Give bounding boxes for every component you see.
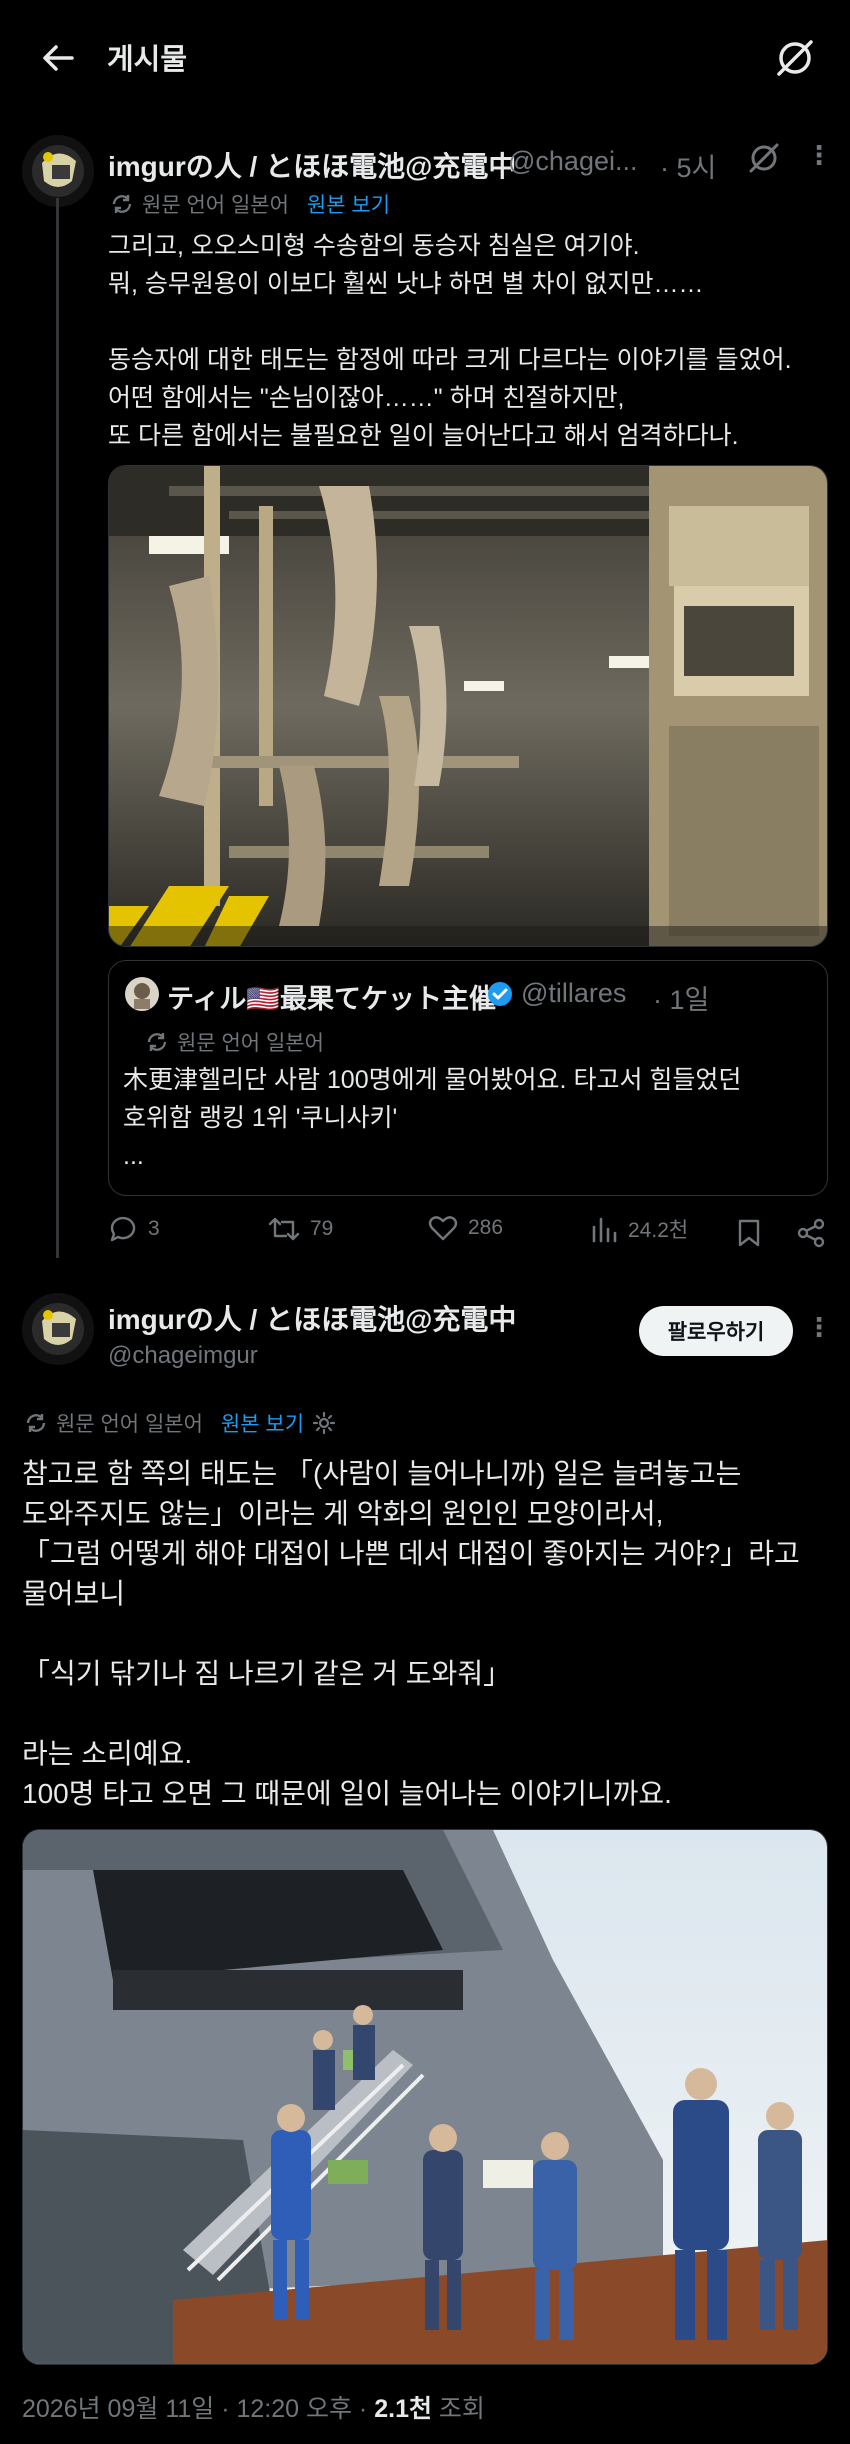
action-bar: 3 79 286 24.2천 (108, 1214, 828, 1254)
post-meta: 2026년 09월 11일 · 12:20 오후 · 2.1천 조회 (22, 2389, 485, 2425)
post-text: 그리고, 오오스미형 수송함의 동승자 침실은 여기야. 뭐, 승무원용이 이보… (108, 232, 792, 450)
translation-note: 원문 언어 일본어 (142, 194, 289, 217)
author-handle[interactable]: @chageimgur (108, 1342, 258, 1370)
post-image-berth[interactable] (108, 465, 828, 947)
quote-text: 木更津헬리단 사람 100명에게 물어봤어요. 타고서 힘들었던 호위함 랭킹 … (123, 1066, 742, 1170)
follow-button[interactable]: 팔로우하기 (639, 1306, 793, 1356)
like-button[interactable]: 286 (428, 1214, 503, 1242)
quote-author-name[interactable]: ティル🇺🇸最果てケット主催 (167, 977, 496, 1016)
quote-translation-row: 원문 언어 일본어 (145, 1027, 324, 1057)
more-options-icon[interactable]: ⋮ (806, 140, 832, 171)
quoted-post[interactable]: ティル🇺🇸最果てケット主催 @tillares · 1일 원문 언어 일본어 木… (108, 960, 828, 1196)
repost-icon (268, 1217, 300, 1241)
share-icon[interactable] (796, 1218, 826, 1248)
grok-icon[interactable] (773, 36, 817, 80)
translate-icon (112, 195, 132, 213)
translate-icon (26, 1414, 46, 1432)
heart-icon (428, 1216, 458, 1241)
thread-connector (56, 198, 59, 1258)
show-original-link[interactable]: 원본 보기 (307, 189, 390, 219)
quote-translation-note: 원문 언어 일본어 (177, 1032, 324, 1055)
analytics-icon (592, 1217, 617, 1243)
translation-row: 원문 언어 일본어 원본 보기 (110, 189, 390, 219)
grok-icon[interactable] (747, 141, 781, 175)
repost-button[interactable]: 79 (268, 1214, 333, 1244)
views-count: 24.2천 (628, 1219, 689, 1242)
translation-note: 원문 언어 일본어 (56, 1413, 203, 1436)
like-count: 286 (468, 1216, 504, 1239)
view-count: 2.1천 (374, 2395, 432, 2423)
post-date: 2026년 09월 11일 · 12:20 오후 · (22, 2395, 375, 2423)
author-name[interactable]: imgurの人 / とほほ電池@充電中 (108, 145, 516, 185)
views-button[interactable]: 24.2천 (590, 1214, 688, 1244)
gear-icon[interactable] (312, 1411, 336, 1435)
avatar[interactable] (22, 1293, 94, 1365)
quote-author-handle[interactable]: @tillares (521, 978, 626, 1009)
reply-icon (110, 1216, 136, 1242)
back-arrow-icon[interactable] (38, 38, 78, 78)
author-name[interactable]: imgurの人 / とほほ電池@充電中 (108, 1298, 516, 1338)
translation-row: 원문 언어 일본어 원본 보기 (24, 1408, 336, 1438)
page-title: 게시물 (107, 44, 188, 76)
quote-avatar[interactable] (125, 977, 159, 1011)
verified-badge-icon (488, 982, 512, 1006)
author-handle[interactable]: @chagei... (508, 146, 637, 177)
top-bar: 게시물 (0, 0, 850, 112)
reply-button[interactable]: 3 (108, 1214, 160, 1244)
post-text: 참고로 함 쪽의 태도는 「(사람이 늘어나니까) 일은 늘려놓고는 도와주지도… (22, 1458, 800, 1809)
bookmark-icon[interactable] (736, 1218, 762, 1248)
repost-count: 79 (310, 1217, 334, 1240)
view-label: 조회 (431, 2395, 485, 2423)
show-original-link[interactable]: 원본 보기 (221, 1408, 304, 1438)
translate-icon (147, 1033, 167, 1051)
post-image-ship-loading[interactable] (22, 1829, 828, 2365)
more-options-icon[interactable]: ⋮ (806, 1312, 832, 1343)
quote-time[interactable]: · 1일 (653, 978, 709, 1017)
reply-count: 3 (148, 1217, 160, 1240)
avatar[interactable] (22, 135, 94, 207)
post-time[interactable]: · 5시 (660, 146, 716, 185)
